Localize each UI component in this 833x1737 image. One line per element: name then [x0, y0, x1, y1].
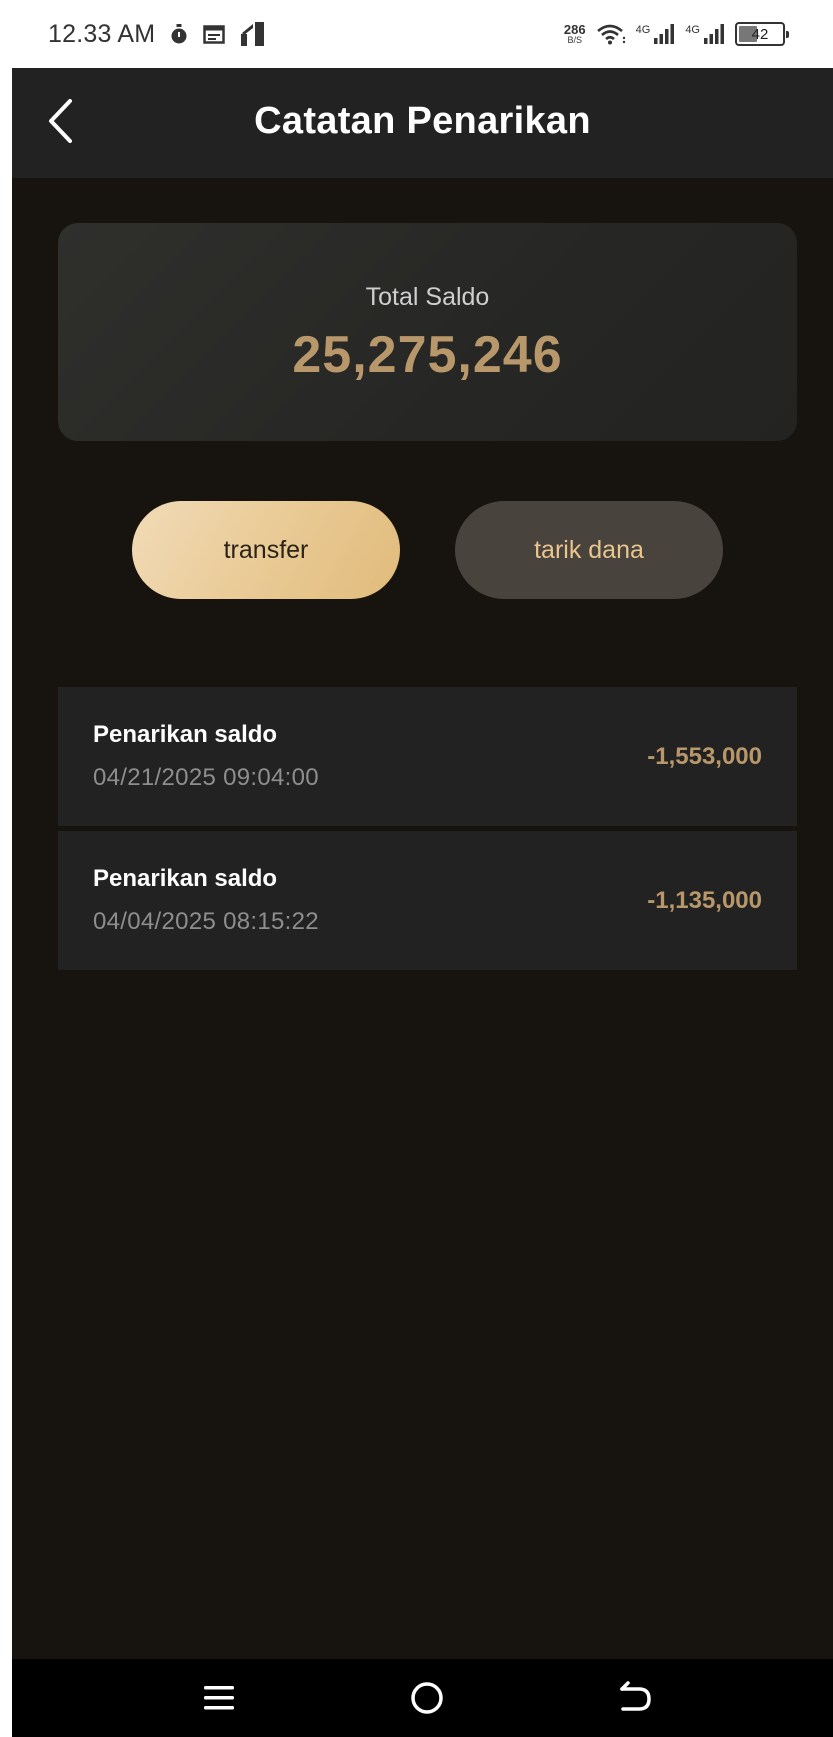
balance-label: Total Saldo [365, 283, 490, 311]
transaction-title: Penarikan saldo [93, 721, 278, 748]
transaction-amount: -1,135,000 [647, 887, 762, 914]
balance-card: Total Saldo 25,275,246 [58, 223, 797, 441]
transfer-button[interactable]: transfer [132, 501, 400, 599]
signal-strip-icon [239, 22, 265, 46]
signal-icon: 4G [636, 24, 676, 44]
status-bar: 12.33 AM 286 B/S 4G 4G 42 [0, 0, 833, 68]
nav-back-button[interactable] [612, 1675, 658, 1721]
status-right: 286 B/S 4G 4G 42 [564, 22, 789, 46]
battery-level: 42 [751, 25, 769, 43]
transaction-amount: -1,553,000 [647, 743, 762, 770]
withdraw-button[interactable]: tarik dana [455, 501, 723, 599]
navigation-bar [12, 1659, 833, 1737]
network-speed: 286 B/S [564, 23, 586, 45]
nav-menu-button[interactable] [196, 1675, 242, 1721]
status-time: 12.33 AM [48, 19, 156, 48]
app-screen: Catatan Penarikan Total Saldo 25,275,246… [12, 68, 833, 1669]
transaction-date: 04/21/2025 09:04:00 [93, 764, 319, 791]
stopwatch-icon [169, 23, 189, 45]
status-left: 12.33 AM [48, 20, 265, 49]
menu-icon [204, 1686, 234, 1710]
signal-label-1: 4G [635, 24, 651, 36]
back-icon [620, 1681, 651, 1711]
calendar-icon [203, 24, 225, 44]
page-title: Catatan Penarikan [254, 100, 591, 142]
net-speed-unit: B/S [567, 35, 583, 45]
wifi-icon [596, 23, 626, 45]
transaction-date: 04/04/2025 08:15:22 [93, 908, 319, 935]
app-header: Catatan Penarikan [12, 68, 833, 178]
signal-label-2: 4G [685, 24, 700, 36]
transaction-row[interactable]: Penarikan saldo 04/21/2025 09:04:00 -1,5… [58, 687, 797, 826]
transaction-list: Penarikan saldo 04/21/2025 09:04:00 -1,5… [58, 687, 797, 975]
nav-home-button[interactable] [404, 1675, 450, 1721]
signal-icon-2: 4G [685, 24, 725, 44]
home-icon [411, 1682, 443, 1714]
transaction-title: Penarikan saldo [93, 865, 278, 892]
transaction-row[interactable]: Penarikan saldo 04/04/2025 08:15:22 -1,1… [58, 831, 797, 970]
battery-icon: 42 [735, 22, 789, 46]
balance-value: 25,275,246 [292, 326, 563, 384]
